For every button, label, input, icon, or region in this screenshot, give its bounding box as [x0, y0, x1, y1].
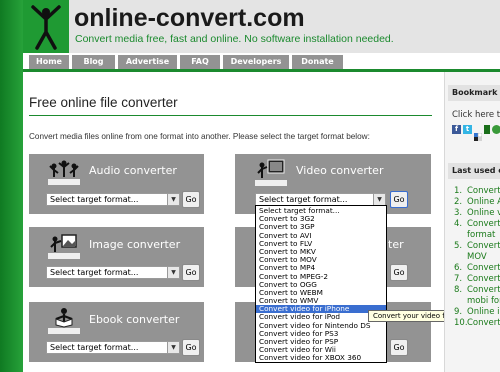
image-select-value: Select target format...: [50, 268, 139, 277]
image-icon: [48, 231, 80, 259]
last-used-item[interactable]: 5. Convert: [454, 241, 500, 252]
twitter-icon[interactable]: t: [463, 125, 472, 134]
facebook-icon[interactable]: f: [452, 125, 461, 134]
left-green-band: [0, 0, 23, 372]
image-format-select[interactable]: Select target format... ▼: [46, 266, 180, 279]
nav-blog[interactable]: Blog: [72, 55, 115, 69]
chevron-down-icon: ▼: [167, 267, 179, 278]
ebook-format-select[interactable]: Select target format... ▼: [46, 341, 180, 354]
chevron-down-icon: ▼: [167, 194, 179, 205]
ebook-select-value: Select target format...: [50, 343, 139, 352]
last-used-item[interactable]: 1. Convert: [454, 186, 500, 197]
last-used-item[interactable]: 2. Online A: [454, 197, 500, 208]
video-go-button[interactable]: Go: [390, 191, 408, 208]
video-panel-title: Video converter: [296, 164, 384, 177]
nav-developers[interactable]: Developers: [223, 55, 289, 69]
nav-faq[interactable]: FAQ: [180, 55, 220, 69]
nav-home[interactable]: Home: [29, 55, 69, 69]
bookmark-title: Bookmark an: [452, 88, 500, 97]
page-title: Free online file converter: [29, 95, 178, 110]
nav-advertise[interactable]: Advertise: [118, 55, 177, 69]
title-rule: [29, 115, 432, 116]
last-used-item[interactable]: 6. Convert: [454, 263, 500, 274]
dropdown-option[interactable]: Convert video for XBOX 360: [256, 354, 386, 362]
ebook-panel-title: Ebook converter: [89, 313, 180, 326]
chevron-down-icon: ▼: [167, 342, 179, 353]
last-used-item[interactable]: 4. Convert: [454, 219, 500, 230]
ebook-go-button[interactable]: Go: [182, 339, 200, 356]
last-used-item-continued[interactable]: format: [454, 230, 500, 241]
delicious-icon[interactable]: [474, 126, 483, 141]
ebook-icon: [48, 305, 80, 334]
audio-panel-title: Audio converter: [89, 164, 177, 177]
image-go-button[interactable]: Go: [182, 264, 200, 281]
video-icon: [255, 157, 287, 186]
site-tagline: Convert media free, fast and online. No …: [75, 33, 394, 45]
last-used-item-continued[interactable]: MOV: [454, 252, 500, 263]
last-used-item-continued[interactable]: mobi form: [454, 296, 500, 307]
last-used-item[interactable]: 10.Convert: [454, 318, 500, 329]
hash-go-button[interactable]: Go: [390, 339, 408, 356]
site-name[interactable]: online-convert.com: [74, 4, 305, 33]
audio-select-value: Select target format...: [50, 195, 139, 204]
video-format-dropdown[interactable]: Select target format... Convert to 3G2 C…: [255, 205, 387, 363]
audio-format-select[interactable]: Select target format... ▼: [46, 193, 180, 206]
nav-donate[interactable]: Donate: [292, 55, 343, 69]
document-go-button[interactable]: Go: [390, 264, 408, 281]
stumbleupon-icon[interactable]: [492, 125, 500, 134]
logo-icon: [28, 4, 64, 50]
last-used-item[interactable]: 3.Online vi: [454, 208, 500, 219]
video-select-value: Select target format...: [259, 195, 348, 204]
audio-icon: [48, 157, 80, 185]
last-used-item[interactable]: 7. Convert: [454, 274, 500, 285]
intro-text: Convert media files online from one form…: [29, 132, 370, 141]
last-used-list: 1.Convert 2.Online A 3.Online vi 4.Conve…: [454, 186, 500, 329]
last-used-title: Last used co: [452, 166, 500, 175]
bookmark-text: Click here to: [452, 110, 500, 120]
social-icons: f t: [452, 125, 500, 141]
last-used-item[interactable]: 8. Convert: [454, 285, 500, 296]
chevron-down-icon: ▼: [373, 194, 385, 205]
last-used-item[interactable]: 9.Online im: [454, 307, 500, 318]
document-panel-title-fragment: ter: [388, 238, 404, 251]
digg-icon[interactable]: [484, 125, 490, 134]
audio-go-button[interactable]: Go: [182, 191, 200, 208]
image-panel-title: Image converter: [89, 238, 181, 251]
